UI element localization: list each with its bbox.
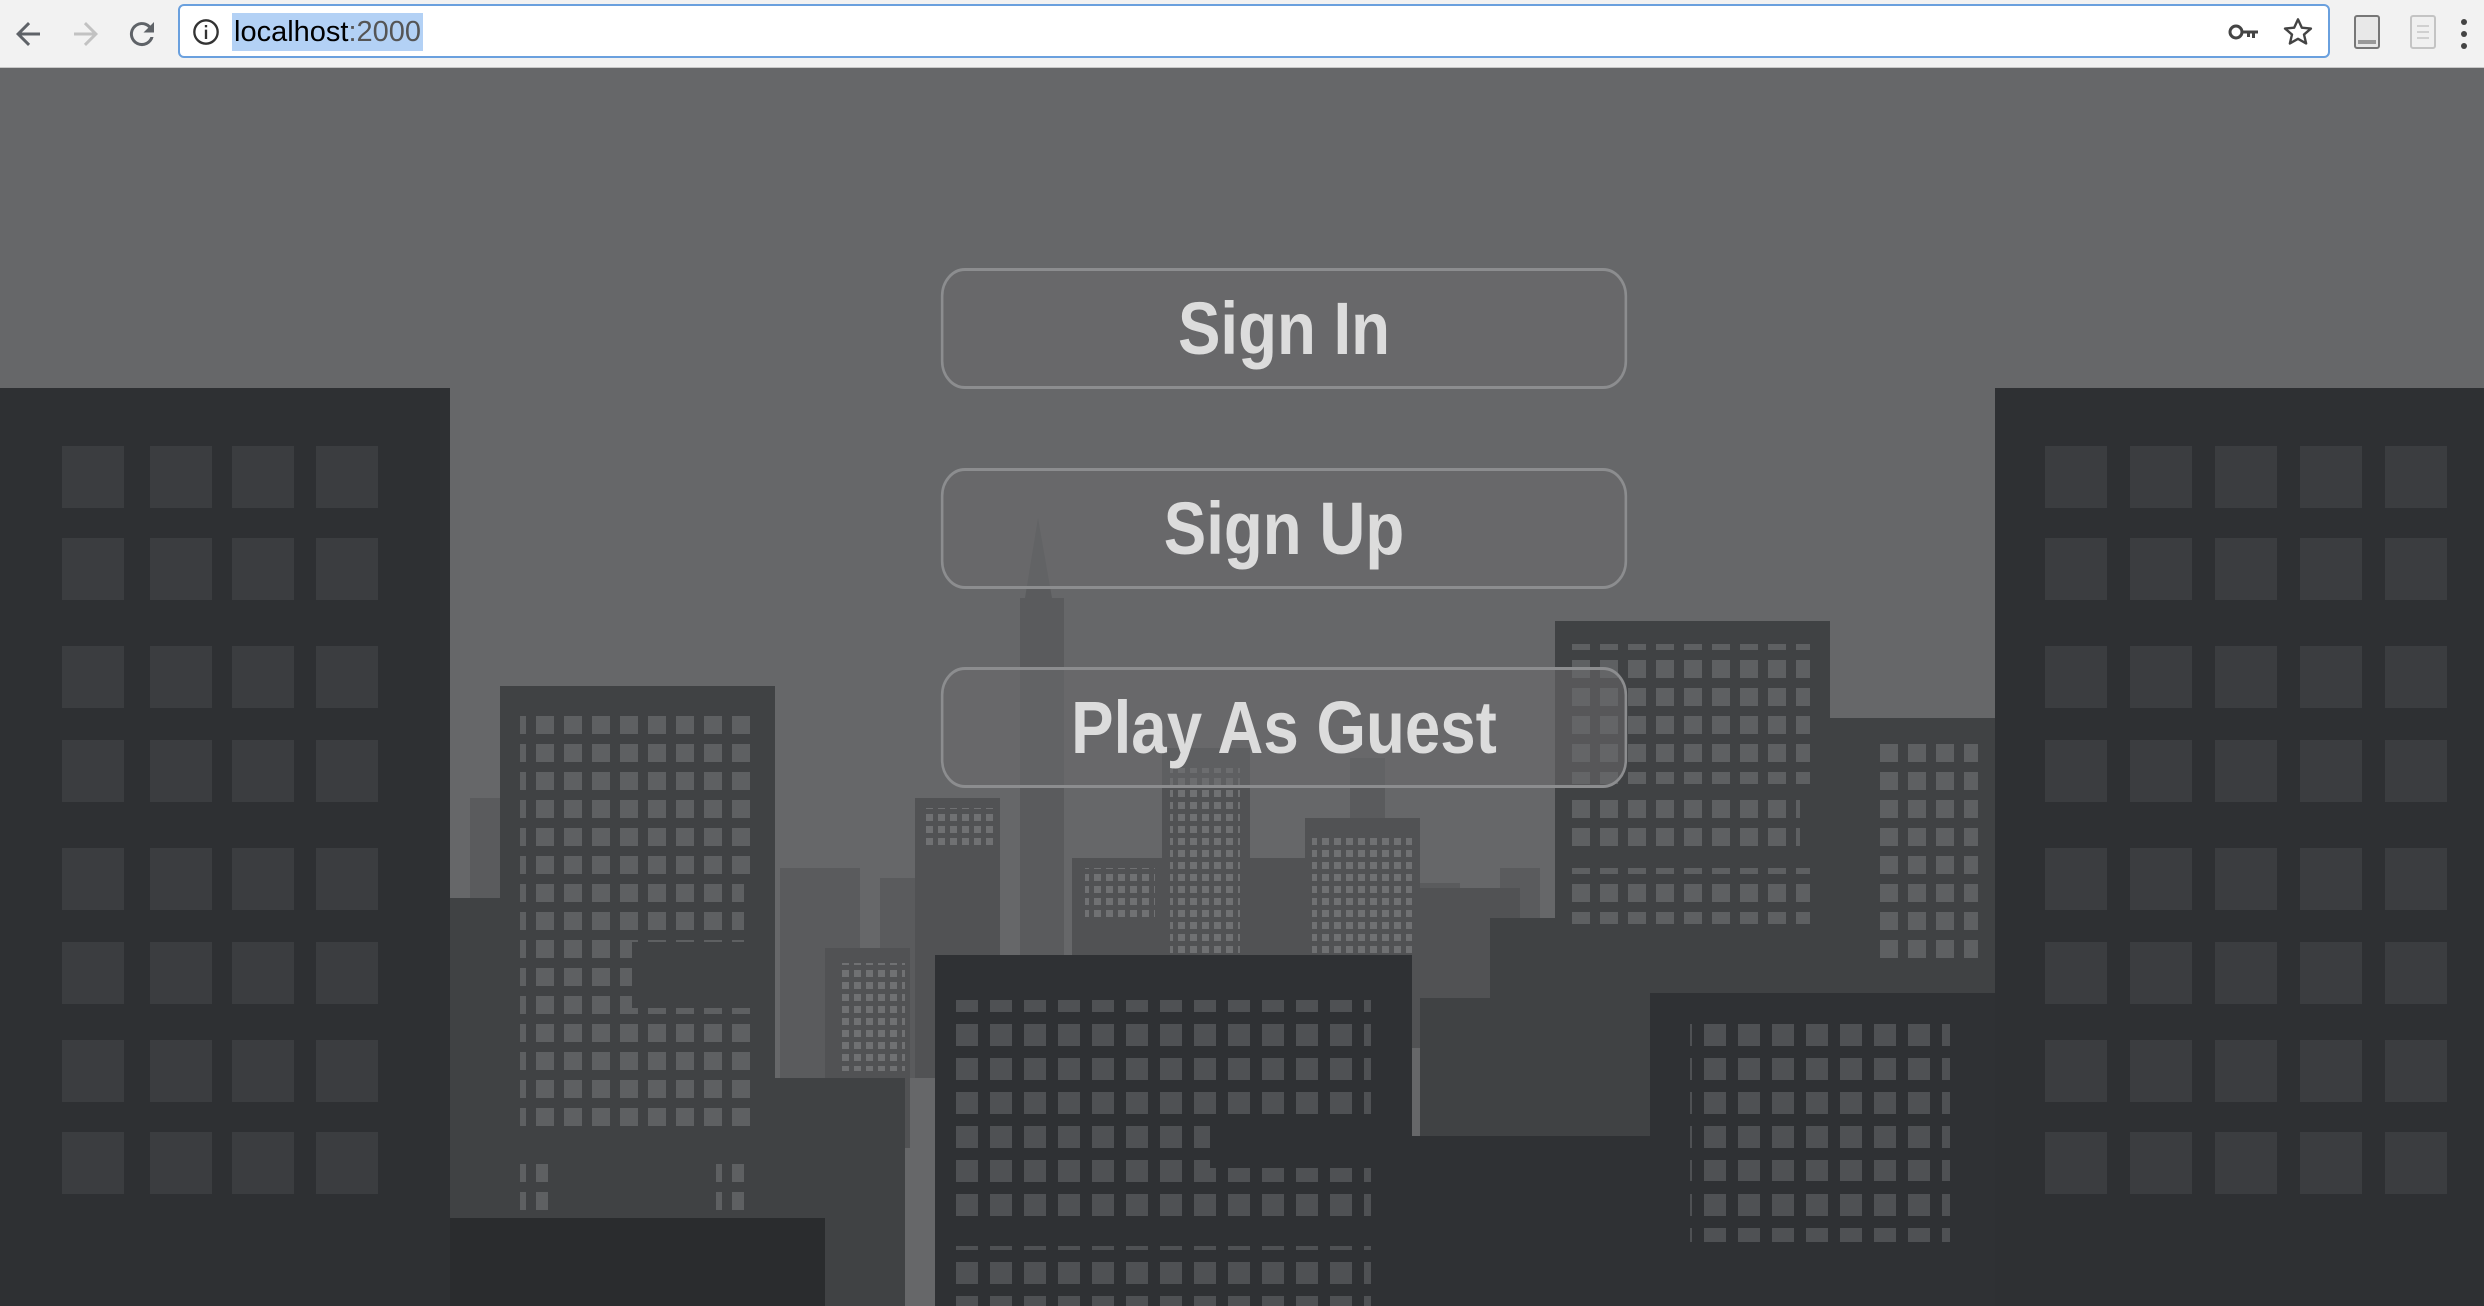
back-arrow-icon (16, 22, 40, 46)
key-icon[interactable] (2228, 18, 2260, 46)
address-bar[interactable]: localhost:2000 (178, 4, 2330, 58)
url-host: localhost (234, 16, 349, 48)
url-port: :2000 (348, 16, 422, 48)
extension-disabled-icon[interactable] (2408, 14, 2438, 50)
url-text[interactable]: localhost:2000 (232, 13, 424, 51)
browser-toolbar: localhost:2000 (0, 0, 2484, 68)
game-stage: Sign In Sign Up Play As Guest (0, 68, 2484, 1306)
reload-button[interactable] (118, 10, 166, 58)
info-icon[interactable] (192, 18, 220, 46)
back-button[interactable] (4, 10, 52, 58)
play-as-guest-button[interactable]: Play As Guest (940, 667, 1628, 788)
reload-icon (129, 22, 154, 47)
sign-up-button[interactable]: Sign Up (940, 468, 1628, 589)
forward-button[interactable] (62, 10, 110, 58)
menu-dots-icon[interactable] (2456, 14, 2472, 54)
forward-arrow-icon (74, 22, 98, 46)
extension-page-icon[interactable] (2352, 14, 2382, 50)
star-icon[interactable] (2282, 16, 2314, 48)
sign-in-button[interactable]: Sign In (940, 268, 1628, 389)
